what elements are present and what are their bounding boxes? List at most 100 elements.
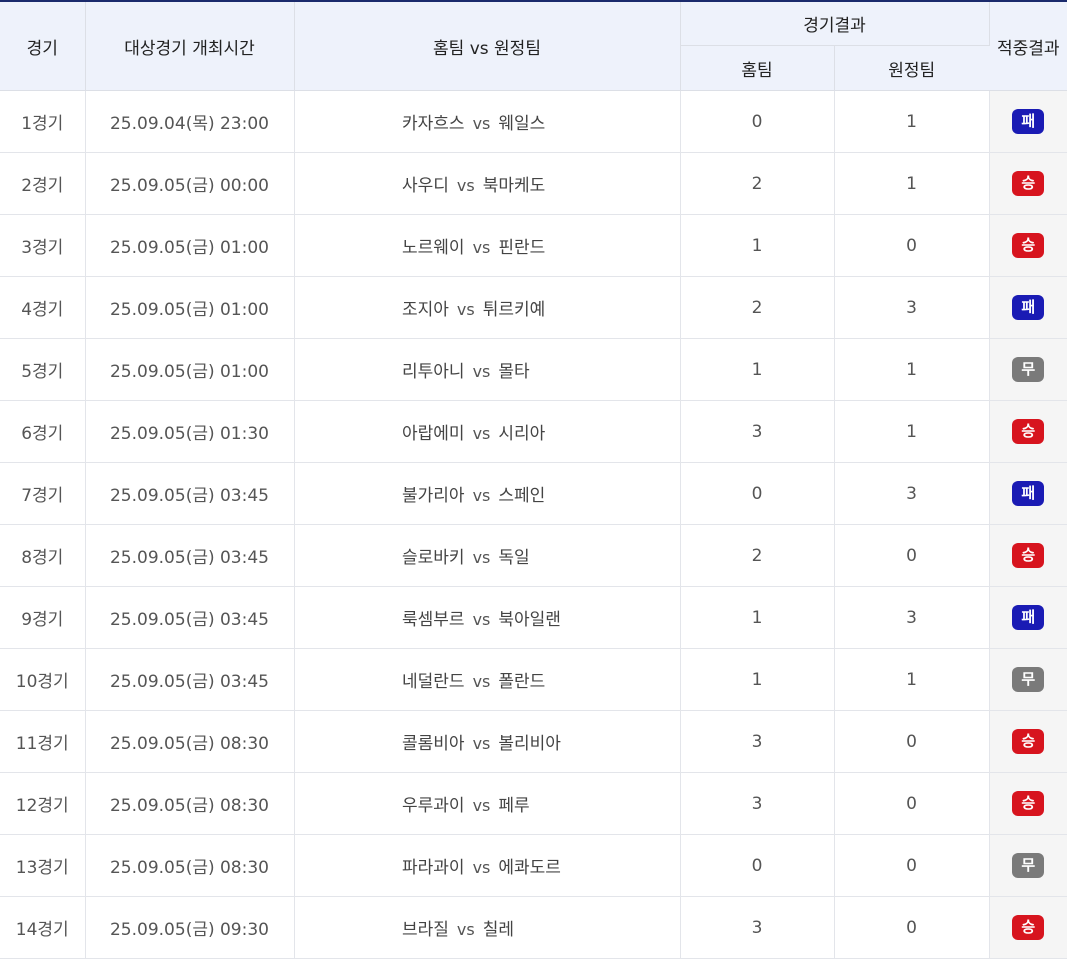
result-badge: 승	[1012, 543, 1045, 568]
result-badge: 패	[1012, 481, 1045, 506]
away-team: 북아일랜	[498, 610, 561, 630]
result-badge: 무	[1012, 853, 1045, 878]
table-row: 3경기 25.09.05(금) 01:00 노르웨이 vs 핀란드 1 0 승	[0, 214, 1067, 277]
match-results-table: 경기 대상경기 개최시간 홈팀 vs 원정팀 경기결과 적중결과 홈팀 원정팀 …	[0, 2, 1067, 959]
vs-label: vs	[456, 300, 475, 319]
home-score: 0	[680, 462, 835, 525]
table-row: 1경기 25.09.04(목) 23:00 카자흐스 vs 웨일스 0 1 패	[0, 90, 1067, 153]
home-score: 2	[680, 152, 835, 215]
away-score: 0	[834, 214, 990, 277]
away-score: 3	[834, 276, 990, 339]
away-score: 0	[834, 710, 990, 773]
table-row: 5경기 25.09.05(금) 01:00 리투아니 vs 몰타 1 1 무	[0, 338, 1067, 401]
away-score: 0	[834, 896, 990, 959]
result-badge: 무	[1012, 357, 1045, 382]
game-number: 12경기	[0, 772, 86, 835]
hit-result-cell: 승	[989, 772, 1067, 835]
match-teams: 우루과이 vs 페루	[294, 772, 681, 835]
away-score: 1	[834, 400, 990, 463]
away-team: 폴란드	[498, 672, 546, 692]
vs-label: vs	[456, 176, 475, 195]
home-team: 콜롬비아	[402, 734, 465, 754]
table-header: 경기 대상경기 개최시간 홈팀 vs 원정팀 경기결과 적중결과 홈팀 원정팀	[0, 2, 1067, 91]
hit-result-cell: 패	[989, 462, 1067, 525]
match-teams: 슬로바키 vs 독일	[294, 524, 681, 587]
game-number: 13경기	[0, 834, 86, 897]
game-number: 8경기	[0, 524, 86, 587]
game-number: 3경기	[0, 214, 86, 277]
result-badge: 승	[1012, 233, 1045, 258]
home-team: 아랍에미	[402, 424, 465, 444]
table-row: 14경기 25.09.05(금) 09:30 브라질 vs 칠레 3 0 승	[0, 896, 1067, 959]
match-teams: 조지아 vs 튀르키예	[294, 276, 681, 339]
match-time: 25.09.05(금) 01:00	[85, 214, 295, 277]
match-teams: 네덜란드 vs 폴란드	[294, 648, 681, 711]
away-team: 칠레	[482, 920, 515, 940]
away-score: 0	[834, 834, 990, 897]
home-score: 1	[680, 648, 835, 711]
game-number: 4경기	[0, 276, 86, 339]
result-badge: 패	[1012, 295, 1045, 320]
home-score: 3	[680, 400, 835, 463]
home-team: 사우디	[402, 176, 449, 196]
game-number: 11경기	[0, 710, 86, 773]
home-score: 0	[680, 90, 835, 153]
result-badge: 승	[1012, 171, 1045, 196]
result-badge: 무	[1012, 667, 1045, 692]
hit-result-cell: 패	[989, 90, 1067, 153]
game-number: 2경기	[0, 152, 86, 215]
home-team: 슬로바키	[402, 548, 465, 568]
away-score: 3	[834, 462, 990, 525]
table-row: 6경기 25.09.05(금) 01:30 아랍에미 vs 시리아 3 1 승	[0, 400, 1067, 463]
table-row: 9경기 25.09.05(금) 03:45 룩셈부르 vs 북아일랜 1 3 패	[0, 586, 1067, 649]
match-time: 25.09.05(금) 01:30	[85, 400, 295, 463]
vs-label: vs	[472, 796, 491, 815]
hit-result-cell: 승	[989, 152, 1067, 215]
match-time: 25.09.05(금) 03:45	[85, 648, 295, 711]
result-badge: 승	[1012, 419, 1045, 444]
hit-result-cell: 승	[989, 524, 1067, 587]
home-score: 3	[680, 896, 835, 959]
match-time: 25.09.05(금) 00:00	[85, 152, 295, 215]
home-team: 네덜란드	[402, 672, 465, 692]
table-body: 1경기 25.09.04(목) 23:00 카자흐스 vs 웨일스 0 1 패 2경기 25.09…	[0, 90, 1067, 959]
match-time: 25.09.04(목) 23:00	[85, 90, 295, 153]
vs-label: vs	[472, 858, 491, 877]
away-score: 0	[834, 524, 990, 587]
away-score: 1	[834, 648, 990, 711]
table-row: 10경기 25.09.05(금) 03:45 네덜란드 vs 폴란드 1 1 무	[0, 648, 1067, 711]
home-score: 1	[680, 586, 835, 649]
game-number: 5경기	[0, 338, 86, 401]
vs-label: vs	[472, 424, 491, 443]
away-team: 북마케도	[482, 176, 546, 196]
home-team: 우루과이	[402, 796, 465, 816]
match-results-panel: 경기 대상경기 개최시간 홈팀 vs 원정팀 경기결과 적중결과 홈팀 원정팀 …	[0, 0, 1067, 959]
result-badge: 패	[1012, 605, 1045, 630]
result-badge: 승	[1012, 729, 1045, 754]
match-time: 25.09.05(금) 03:45	[85, 524, 295, 587]
away-score: 1	[834, 90, 990, 153]
match-teams: 아랍에미 vs 시리아	[294, 400, 681, 463]
match-time: 25.09.05(금) 03:45	[85, 462, 295, 525]
home-score: 2	[680, 524, 835, 587]
away-team: 몰타	[498, 362, 530, 382]
away-team: 튀르키예	[482, 300, 546, 320]
away-team: 페루	[498, 796, 530, 816]
table-row: 11경기 25.09.05(금) 08:30 콜롬비아 vs 볼리비아 3 0 승	[0, 710, 1067, 773]
match-teams: 리투아니 vs 몰타	[294, 338, 681, 401]
hit-result-cell: 승	[989, 214, 1067, 277]
home-team: 노르웨이	[402, 238, 465, 258]
match-teams: 룩셈부르 vs 북아일랜	[294, 586, 681, 649]
game-number: 14경기	[0, 896, 86, 959]
vs-label: vs	[472, 734, 491, 753]
home-score: 0	[680, 834, 835, 897]
away-team: 볼리비아	[498, 734, 561, 754]
header-time: 대상경기 개최시간	[85, 2, 295, 91]
home-score: 1	[680, 338, 835, 401]
table-row: 4경기 25.09.05(금) 01:00 조지아 vs 튀르키예 2 3 패	[0, 276, 1067, 339]
hit-result-cell: 패	[989, 586, 1067, 649]
away-team: 시리아	[498, 424, 546, 444]
hit-result-cell: 승	[989, 896, 1067, 959]
away-score: 0	[834, 772, 990, 835]
hit-result-cell: 무	[989, 648, 1067, 711]
